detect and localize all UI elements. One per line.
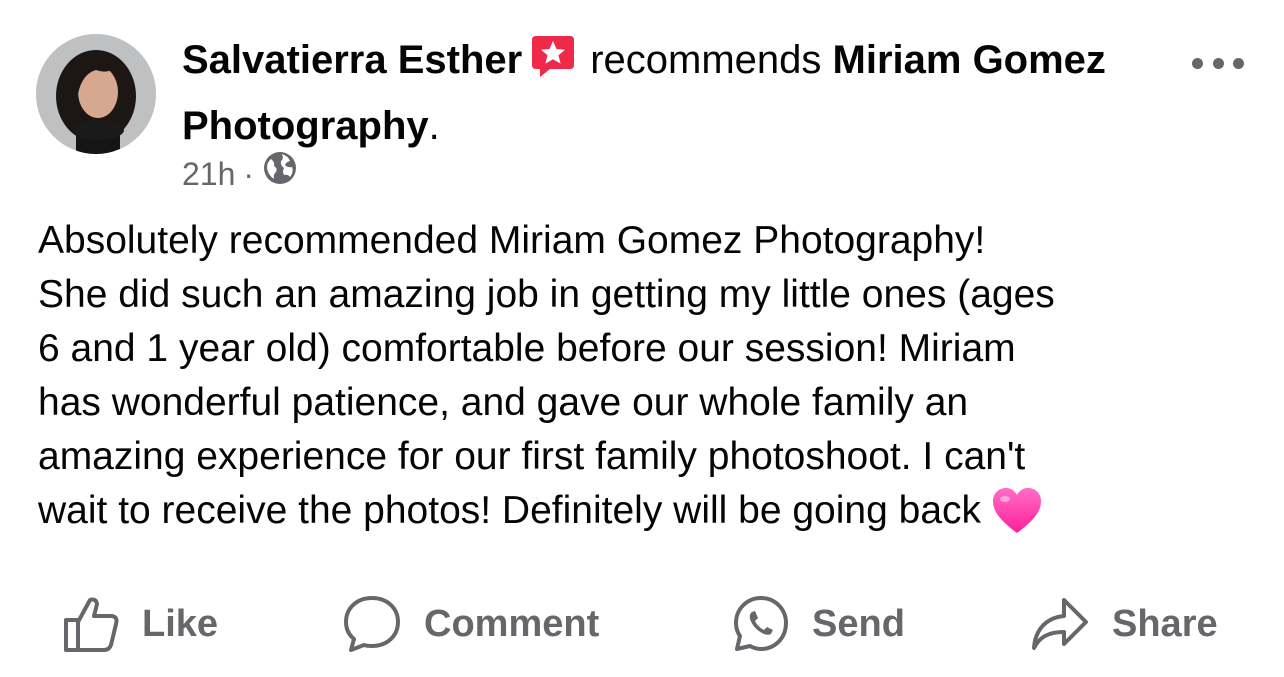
avatar-image (36, 34, 156, 154)
comment-button[interactable]: Comment (342, 588, 599, 660)
whatsapp-send-icon (734, 596, 788, 651)
more-options-icon[interactable] (1192, 50, 1244, 76)
post-timestamp[interactable]: 21h (182, 152, 235, 196)
meta-separator: · (243, 155, 255, 192)
comment-bubble-icon (344, 596, 400, 652)
like-label: Like (142, 602, 219, 645)
post-body: Absolutely recommended Miriam Gomez Phot… (38, 214, 1258, 550)
author-name[interactable]: Salvatierra Esther (182, 38, 522, 82)
globe-icon (262, 150, 298, 197)
post-actions-bar: Like Comment Send Share (0, 588, 1284, 660)
recommendation-post: Salvatierra Esther recommends Miriam Gom… (0, 0, 1284, 677)
share-arrow-icon (1032, 598, 1088, 650)
header-period: . (428, 104, 440, 148)
share-button[interactable]: Share (1030, 588, 1218, 660)
avatar[interactable] (36, 34, 156, 154)
comment-label: Comment (424, 602, 600, 645)
recommends-verb: recommends (590, 38, 822, 82)
share-label: Share (1112, 602, 1218, 645)
thumbs-up-icon (64, 597, 119, 652)
pink-heart-icon (991, 487, 1043, 550)
post-header: Salvatierra Esther recommends Miriam Gom… (182, 30, 1142, 156)
post-meta: 21h · (182, 150, 298, 197)
post-text: Absolutely recommended Miriam Gomez Phot… (38, 219, 1055, 532)
like-button[interactable]: Like (62, 588, 218, 660)
send-button[interactable]: Send (732, 588, 905, 660)
recommend-star-icon (530, 33, 576, 96)
send-label: Send (812, 602, 905, 645)
